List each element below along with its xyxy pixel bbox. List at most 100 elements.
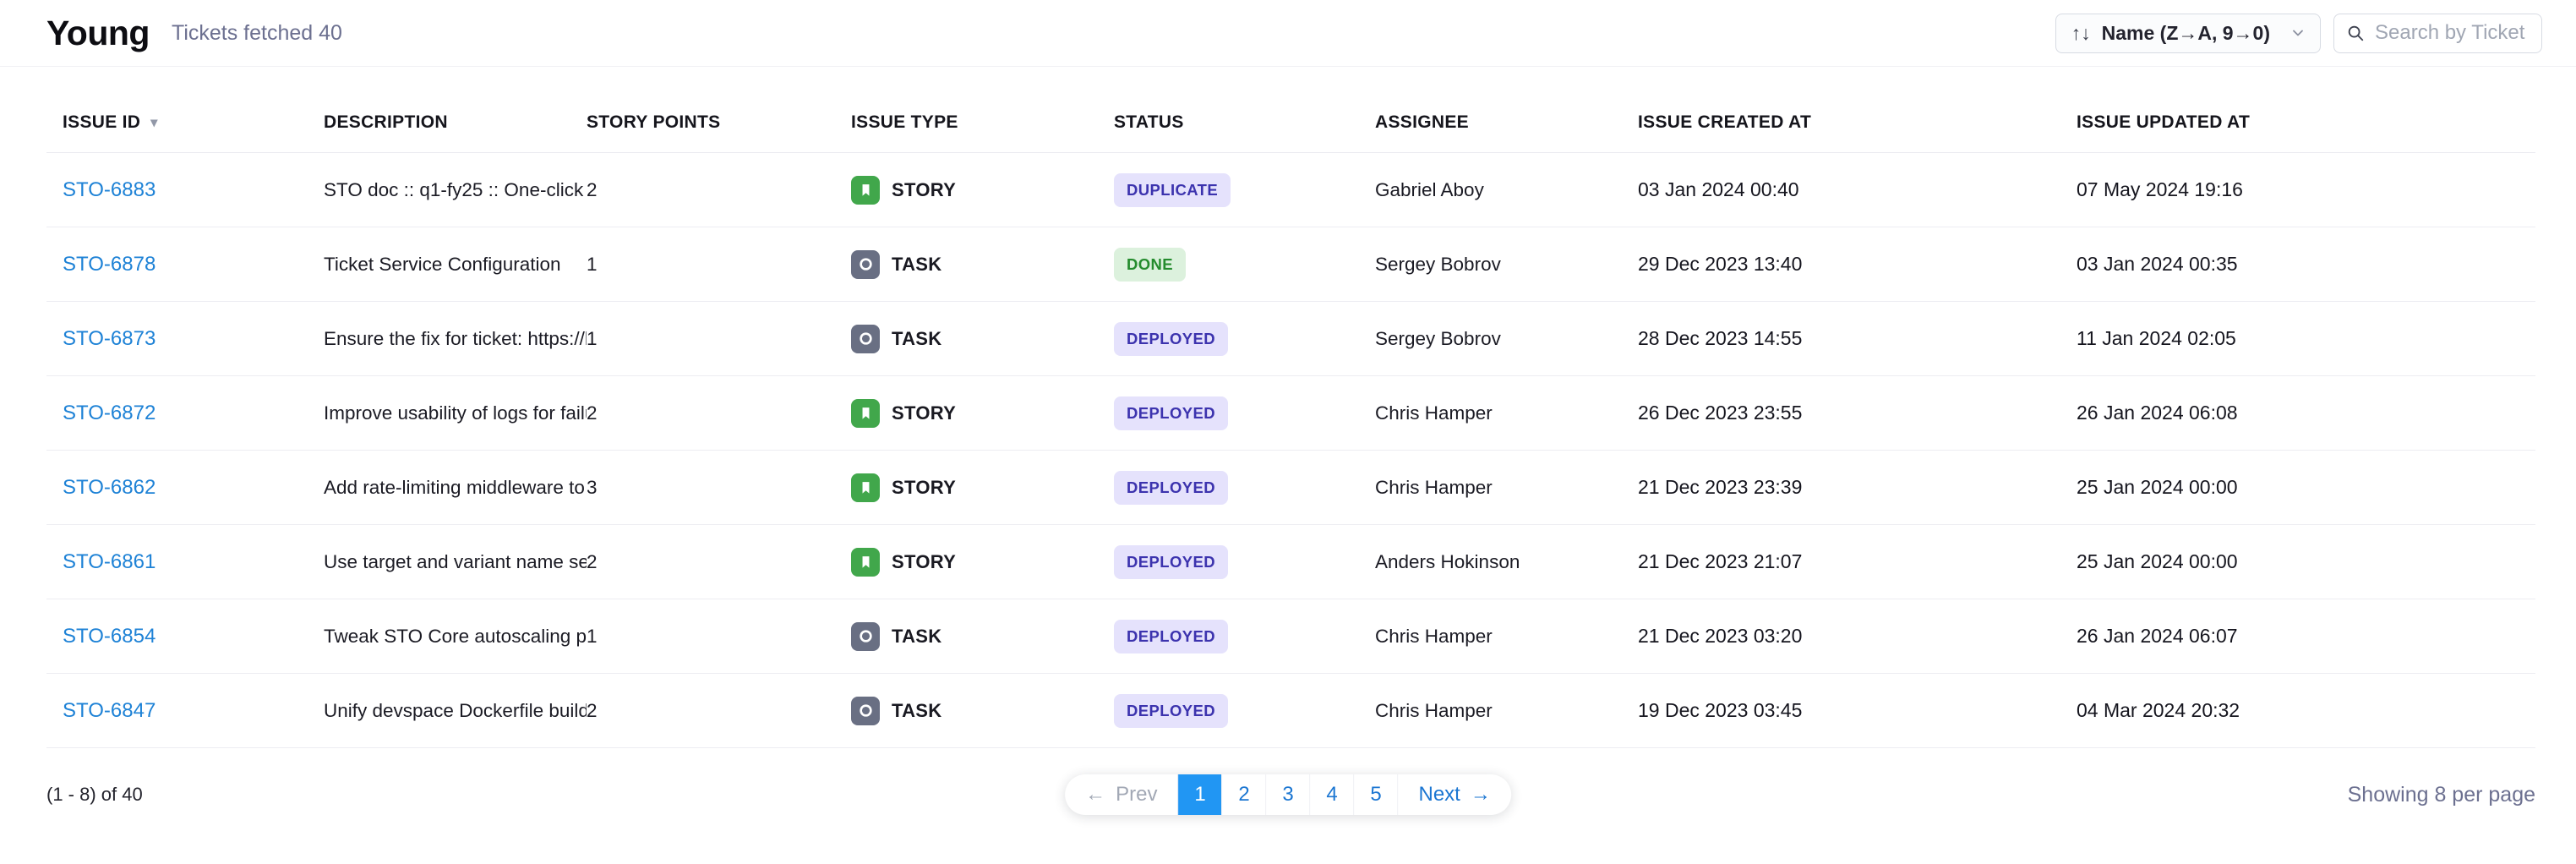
status-badge: DEPLOYED xyxy=(1114,322,1228,356)
updated-at-cell: 25 Jan 2024 00:00 xyxy=(2077,476,2535,499)
search-box[interactable] xyxy=(2333,14,2542,53)
updated-at-cell: 04 Mar 2024 20:32 xyxy=(2077,699,2535,722)
description-cell: Use target and variant name sear... xyxy=(324,551,587,573)
column-header-assignee: ASSIGNEE xyxy=(1375,112,1638,133)
created-at-cell: 21 Dec 2023 03:20 xyxy=(1638,625,2077,648)
column-header-description: DESCRIPTION xyxy=(324,112,587,133)
sort-arrows-icon: ↑↓ xyxy=(2071,22,2091,45)
issue-type-label: STORY xyxy=(892,477,956,499)
column-header-issue-type: ISSUE TYPE xyxy=(851,112,1114,133)
page-button-4[interactable]: 4 xyxy=(1310,774,1354,815)
right-arrow-icon: → xyxy=(1471,783,1491,807)
updated-at-cell: 26 Jan 2024 06:07 xyxy=(2077,625,2535,648)
pagination-pages: 12345 xyxy=(1178,774,1398,815)
sort-label: Name (Z→A, 9→0) xyxy=(2102,22,2270,45)
page-button-3[interactable]: 3 xyxy=(1266,774,1310,815)
issue-type-cell: STORY xyxy=(851,473,1114,502)
page-button-1[interactable]: 1 xyxy=(1178,774,1222,815)
issue-id-link[interactable]: STO-6872 xyxy=(63,402,156,424)
story-points-cell: 2 xyxy=(587,402,851,424)
table-row: STO-6854 Tweak STO Core autoscaling par.… xyxy=(46,599,2535,674)
sort-caret-icon: ▾ xyxy=(150,114,157,131)
assignee-cell: Chris Hamper xyxy=(1375,626,1638,648)
issue-id-link[interactable]: STO-6862 xyxy=(63,476,156,499)
status-badge: DEPLOYED xyxy=(1114,396,1228,430)
status-badge: DUPLICATE xyxy=(1114,173,1231,207)
updated-at-cell: 11 Jan 2024 02:05 xyxy=(2077,327,2535,350)
next-page-button[interactable]: Next → xyxy=(1398,774,1511,815)
table-row: STO-6847 Unify devspace Dockerfile build… xyxy=(46,674,2535,748)
story-icon xyxy=(851,176,880,205)
updated-at-cell: 03 Jan 2024 00:35 xyxy=(2077,253,2535,276)
issue-type-label: TASK xyxy=(892,254,941,276)
page-button-5[interactable]: 5 xyxy=(1354,774,1398,815)
story-points-cell: 2 xyxy=(587,551,851,573)
pagination: ← Prev 12345 Next → xyxy=(1065,774,1511,815)
status-badge: DONE xyxy=(1114,248,1186,282)
top-bar: Young Tickets fetched 40 ↑↓ Name (Z→A, 9… xyxy=(0,0,2576,67)
description-cell: Improve usability of logs for failur... xyxy=(324,402,587,424)
description-cell: Tweak STO Core autoscaling par... xyxy=(324,626,587,648)
issue-type-cell: TASK xyxy=(851,250,1114,279)
created-at-cell: 26 Dec 2023 23:55 xyxy=(1638,402,2077,424)
page-button-2[interactable]: 2 xyxy=(1222,774,1266,815)
prev-page-button[interactable]: ← Prev xyxy=(1065,774,1177,815)
story-points-cell: 2 xyxy=(587,179,851,201)
description-cell: Ticket Service Configuration xyxy=(324,254,587,276)
story-icon xyxy=(851,548,880,577)
story-icon xyxy=(851,399,880,428)
issue-type-label: STORY xyxy=(892,551,956,573)
assignee-cell: Chris Hamper xyxy=(1375,402,1638,424)
column-header-story-points: STORY POINTS xyxy=(587,112,851,133)
status-badge: DEPLOYED xyxy=(1114,620,1228,653)
assignee-cell: Chris Hamper xyxy=(1375,700,1638,722)
task-icon xyxy=(851,697,880,725)
tickets-fetched-count: Tickets fetched 40 xyxy=(172,21,342,46)
created-at-cell: 29 Dec 2023 13:40 xyxy=(1638,253,2077,276)
results-range: (1 - 8) of 40 xyxy=(46,784,143,806)
table-row: STO-6878 Ticket Service Configuration 1 … xyxy=(46,227,2535,302)
created-at-cell: 28 Dec 2023 14:55 xyxy=(1638,327,2077,350)
column-header-issue-id[interactable]: ISSUE ID ▾ xyxy=(63,112,324,133)
issue-id-link[interactable]: STO-6883 xyxy=(63,178,156,201)
table-header: ISSUE ID ▾ DESCRIPTION STORY POINTS ISSU… xyxy=(46,92,2535,153)
issue-id-link[interactable]: STO-6847 xyxy=(63,699,156,722)
task-icon xyxy=(851,325,880,353)
issue-type-label: STORY xyxy=(892,179,956,201)
task-icon xyxy=(851,622,880,651)
issue-id-link[interactable]: STO-6873 xyxy=(63,327,156,350)
page-title: Young xyxy=(46,14,150,53)
issue-type-label: TASK xyxy=(892,700,941,722)
story-points-cell: 2 xyxy=(587,700,851,722)
story-icon xyxy=(851,473,880,502)
created-at-cell: 21 Dec 2023 21:07 xyxy=(1638,550,2077,573)
story-points-cell: 1 xyxy=(587,328,851,350)
search-input[interactable] xyxy=(2375,21,2530,45)
issue-type-cell: TASK xyxy=(851,697,1114,725)
updated-at-cell: 07 May 2024 19:16 xyxy=(2077,178,2535,201)
header-controls: ↑↓ Name (Z→A, 9→0) xyxy=(2055,14,2542,53)
table-body: STO-6883 STO doc :: q1-fy25 :: One-click… xyxy=(46,153,2535,748)
story-points-cell: 1 xyxy=(587,254,851,276)
table-row: STO-6872 Improve usability of logs for f… xyxy=(46,376,2535,451)
status-badge: DEPLOYED xyxy=(1114,545,1228,579)
issue-type-cell: TASK xyxy=(851,325,1114,353)
story-points-cell: 1 xyxy=(587,626,851,648)
issue-id-link[interactable]: STO-6854 xyxy=(63,625,156,648)
sort-dropdown[interactable]: ↑↓ Name (Z→A, 9→0) xyxy=(2055,14,2321,53)
per-page-label: Showing 8 per page xyxy=(2348,783,2535,807)
issue-id-link[interactable]: STO-6861 xyxy=(63,550,156,573)
table-row: STO-6873 Ensure the fix for ticket: http… xyxy=(46,302,2535,376)
status-badge: DEPLOYED xyxy=(1114,694,1228,728)
table-row: STO-6862 Add rate-limiting middleware to… xyxy=(46,451,2535,525)
description-cell: Ensure the fix for ticket: https://h... xyxy=(324,328,587,350)
issue-type-cell: STORY xyxy=(851,176,1114,205)
table-footer: (1 - 8) of 40 ← Prev 12345 Next → Showin… xyxy=(0,769,2576,820)
issue-type-cell: STORY xyxy=(851,548,1114,577)
column-header-issue-updated-at: ISSUE UPDATED AT xyxy=(2077,112,2535,133)
issue-id-link[interactable]: STO-6878 xyxy=(63,253,156,276)
table-row: STO-6861 Use target and variant name sea… xyxy=(46,525,2535,599)
chevron-down-icon xyxy=(2289,25,2306,41)
updated-at-cell: 26 Jan 2024 06:08 xyxy=(2077,402,2535,424)
search-icon xyxy=(2346,24,2365,42)
